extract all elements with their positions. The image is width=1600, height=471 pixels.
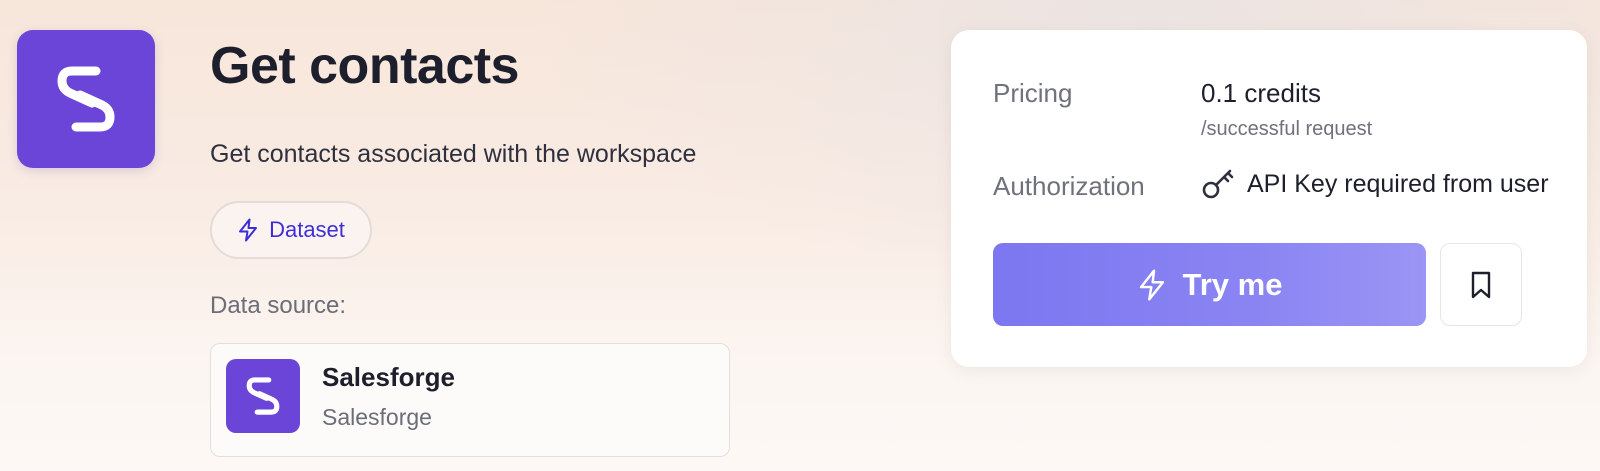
salesforge-logo-icon [246, 377, 280, 415]
bolt-icon [1139, 268, 1164, 301]
dataset-tag-label: Dataset [269, 217, 345, 242]
authorization-text: API Key required from user [1247, 169, 1549, 198]
bookmark-icon [1471, 271, 1491, 298]
page-description: Get contacts associated with the workspa… [210, 140, 697, 168]
data-source-logo [226, 359, 300, 433]
data-source-card[interactable]: Salesforge Salesforge [210, 343, 730, 457]
pricing-value: 0.1 credits [1201, 78, 1321, 108]
pricing-unit: /successful request [1201, 118, 1373, 140]
salesforge-logo-icon [57, 66, 115, 132]
data-source-label: Data source: [210, 292, 347, 319]
page-title: Get contacts [210, 37, 519, 95]
app-logo [17, 30, 155, 168]
bolt-icon [239, 218, 258, 242]
try-me-button[interactable]: Try me [993, 243, 1426, 326]
authorization-value: API Key required from user [1201, 168, 1549, 200]
pricing-label: Pricing [993, 78, 1073, 108]
bookmark-button[interactable] [1440, 243, 1522, 326]
authorization-label: Authorization [993, 171, 1145, 201]
data-source-name: Salesforge [322, 362, 455, 392]
key-icon [1202, 169, 1234, 199]
try-me-label: Try me [1182, 266, 1283, 302]
details-panel: Pricing 0.1 credits /successful request … [951, 30, 1587, 367]
dataset-tag[interactable]: Dataset [210, 201, 372, 259]
data-source-subtitle: Salesforge [322, 404, 432, 430]
